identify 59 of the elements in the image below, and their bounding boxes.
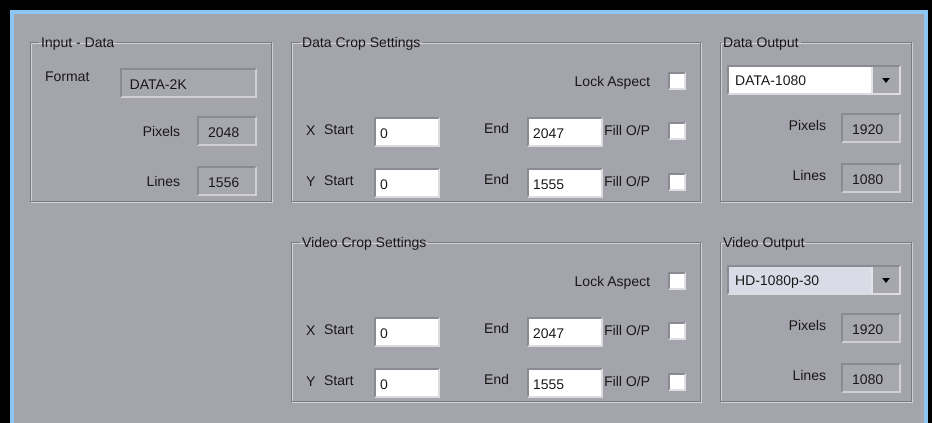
field-label: Pixels (142, 123, 180, 139)
pixels-field: 1920 (841, 113, 901, 143)
field-label: End (484, 320, 509, 336)
field-label: Lines (146, 173, 180, 189)
field-label: End (484, 371, 509, 387)
end-field[interactable]: 1555 (526, 168, 603, 198)
end-field[interactable]: 2047 (526, 317, 603, 347)
axis-label: X (306, 122, 316, 138)
field-label: Lines (792, 367, 826, 383)
start-field[interactable]: 0 (374, 368, 440, 398)
checkbox-label: Fill O/P (604, 173, 650, 189)
start-field[interactable]: 0 (374, 168, 440, 198)
group-title: Data Crop Settings (301, 34, 422, 50)
checkbox[interactable] (668, 272, 686, 290)
group-title: Video Output (722, 234, 806, 250)
field-label: Format (45, 68, 90, 84)
checkbox-label: Fill O/P (604, 322, 650, 338)
checkbox[interactable] (668, 122, 686, 140)
lines-field: 1556 (197, 166, 257, 196)
lines-field: 1080 (841, 163, 901, 193)
group-title: Input - Data (40, 34, 116, 50)
caret-icon (882, 78, 890, 82)
dropdown-value: HD-1080p-30 (734, 271, 820, 290)
checkbox-label: Fill O/P (604, 373, 650, 389)
format-dropdown[interactable]: DATA-1080 (727, 65, 901, 95)
checkbox-label: Lock Aspect (574, 273, 650, 289)
checkbox[interactable] (668, 373, 686, 391)
field-label: Pixels (788, 117, 826, 133)
field-label: Pixels (788, 317, 826, 333)
field-label: Start (324, 372, 355, 388)
checkbox-label: Fill O/P (604, 122, 650, 138)
format-field: DATA-2K (120, 68, 257, 98)
field-label: End (484, 171, 509, 187)
format-dropdown[interactable]: HD-1080p-30 (727, 265, 901, 295)
field-label: Start (324, 321, 355, 337)
checkbox-label: Lock Aspect (574, 73, 650, 89)
end-field[interactable]: 2047 (526, 117, 603, 147)
axis-label: Y (306, 373, 316, 389)
start-field[interactable]: 0 (374, 117, 440, 147)
field-label: Lines (792, 167, 826, 183)
dropdown-button[interactable] (871, 267, 899, 293)
pixels-field: 2048 (197, 116, 257, 146)
checkbox[interactable] (668, 72, 686, 90)
axis-label: Y (306, 173, 316, 189)
group-title: Data Output (722, 34, 800, 50)
group-title: Video Crop Settings (301, 234, 428, 250)
start-field[interactable]: 0 (374, 317, 440, 347)
pixels-field: 1920 (841, 313, 901, 343)
caret-icon (882, 278, 890, 282)
lines-field: 1080 (841, 363, 901, 393)
dropdown-value: DATA-1080 (734, 71, 808, 90)
dropdown-button[interactable] (871, 67, 899, 93)
checkbox[interactable] (668, 173, 686, 191)
field-label: End (484, 120, 509, 136)
field-label: Start (324, 172, 355, 188)
checkbox[interactable] (668, 322, 686, 340)
field-label: Start (324, 121, 355, 137)
end-field[interactable]: 1555 (526, 368, 603, 398)
axis-label: X (306, 322, 316, 338)
